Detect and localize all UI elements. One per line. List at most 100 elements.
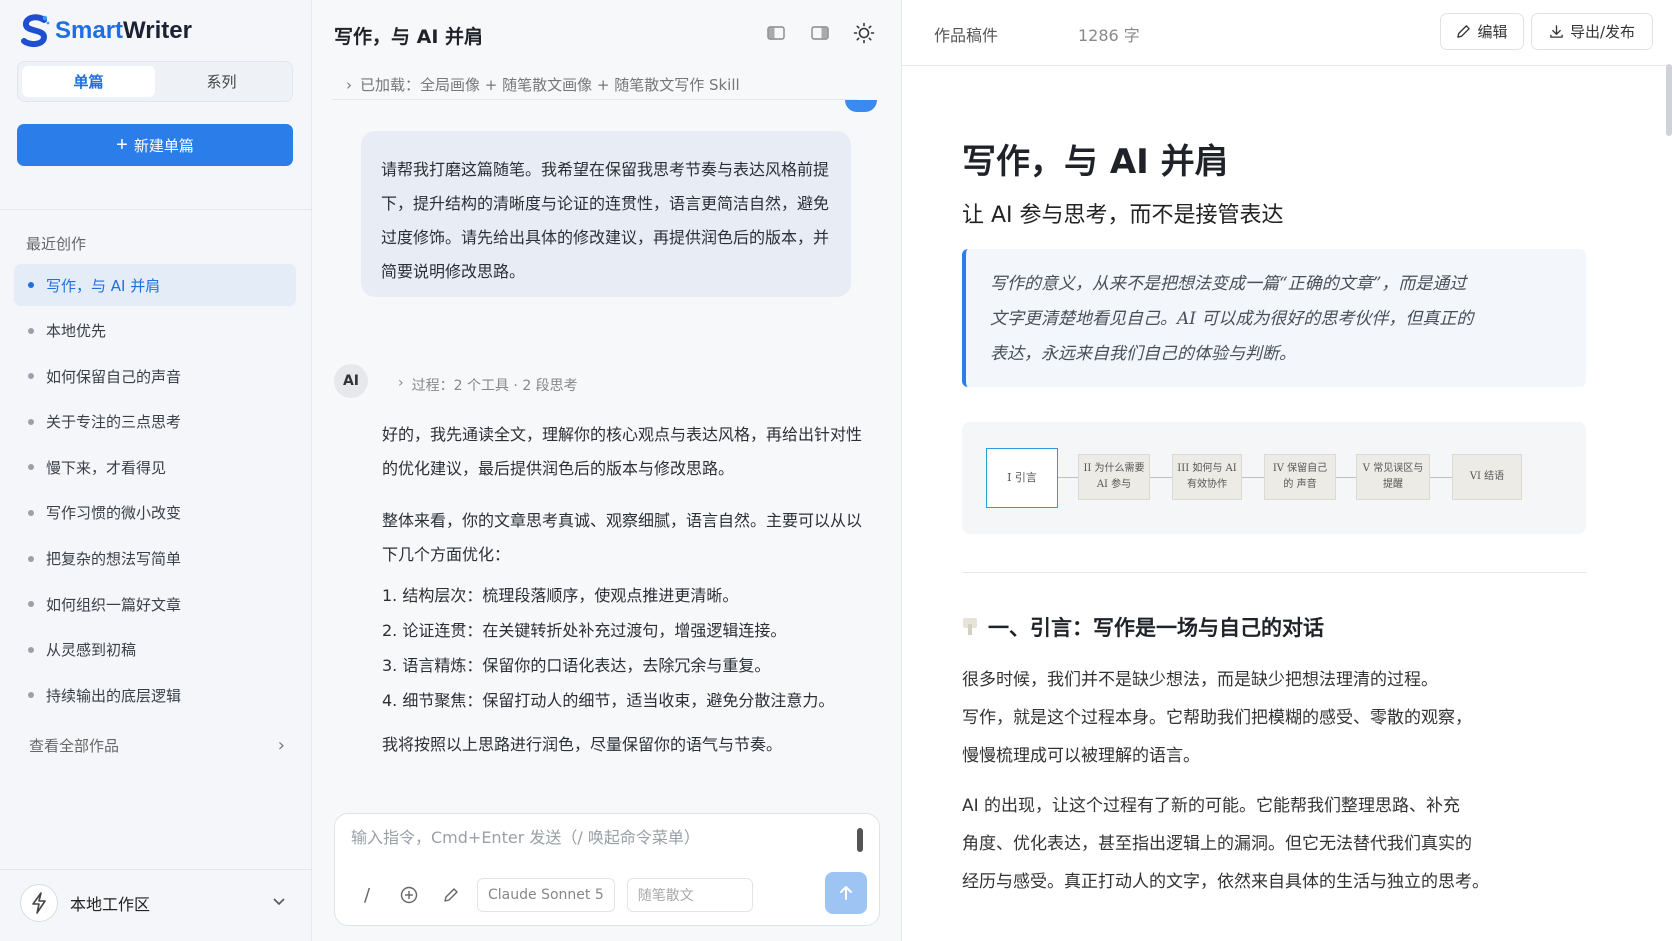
tab-single[interactable]: 单篇 xyxy=(22,66,155,97)
quote-line: 表达，永远来自我们自己的体验与判断。 xyxy=(990,344,1296,364)
list-item: 1. 结构层次：梳理段落顺序，使观点推进更清晰。 xyxy=(382,586,739,605)
recent-item[interactable]: 写作习惯的微小改变 xyxy=(14,492,296,534)
edit-button[interactable]: 编辑 xyxy=(1440,13,1524,50)
ai-process-label: 过程：2 个工具 · 2 段思考 xyxy=(411,378,578,394)
workspace-selector[interactable]: 本地工作区 xyxy=(20,882,286,924)
view-all-link[interactable]: 查看全部作品 › xyxy=(29,735,285,756)
bullet-icon xyxy=(28,646,34,653)
download-icon xyxy=(1550,25,1563,38)
send-button[interactable] xyxy=(825,872,867,914)
workspace-label: 本地工作区 xyxy=(70,895,151,914)
composer: / Claude Sonnet 5 随笔散文 xyxy=(334,813,880,926)
ai-paragraph: 整体来看，你的文章思考真诚、观察细腻，语言自然。主要可以从以下几个方面优化： xyxy=(382,511,863,564)
paragraph-line: 写作，就是这个过程本身。它帮助我们把模糊的感受、零散的观察， xyxy=(962,708,1472,728)
user-avatar xyxy=(845,100,877,112)
outline-node: V 常见误区与 提醒 xyxy=(1356,454,1430,500)
sun-icon[interactable] xyxy=(853,22,875,44)
recent-item[interactable]: 写作，与 AI 并肩 xyxy=(14,264,296,306)
recent-item[interactable]: 慢下来，才看得见 xyxy=(14,446,296,488)
ai-paragraph: 好的，我先通读全文，理解你的核心观点与表达风格，再给出针对性的优化建议，最后提供… xyxy=(382,425,863,478)
ai-paragraph: 我将按照以上思路进行润色，尽量保留你的语气与节奏。 xyxy=(382,735,783,754)
arrow-icon xyxy=(1336,477,1356,478)
new-single-button[interactable]: + 新建单篇 xyxy=(17,124,293,166)
view-all-label: 查看全部作品 xyxy=(29,737,120,755)
chevron-right-icon: › xyxy=(346,75,352,94)
add-circle-icon[interactable] xyxy=(393,879,425,911)
document-panel: 作品稿件 1286 字 编辑 导出/发布 写作，与 AI 并肩 让 AI 参与思… xyxy=(902,0,1672,941)
list-item: 4. 细节聚焦：保留打动人的细节，适当收束，避免分散注意力。 xyxy=(382,691,835,710)
arrow-up-icon xyxy=(840,886,852,900)
recent-item[interactable]: 关于专注的三点思考 xyxy=(14,401,296,443)
genre-selector[interactable]: 随笔散文 xyxy=(626,878,753,912)
outline-node: II 为什么需要 AI 参与 xyxy=(1078,454,1150,500)
document-label: 作品稿件 xyxy=(934,26,999,45)
recent-list: 写作，与 AI 并肩 本地优先 如何保留自己的声音 关于专注的三点思考 慢下来，… xyxy=(14,264,296,720)
ai-process-toggle[interactable]: › 过程：2 个工具 · 2 段思考 xyxy=(398,375,578,395)
document-subtitle: 让 AI 参与思考，而不是接管表达 xyxy=(962,203,1284,228)
recent-item-label: 持续输出的底层逻辑 xyxy=(46,686,182,705)
export-button[interactable]: 导出/发布 xyxy=(1531,13,1653,50)
outline-node: III 如何与 AI 有效协作 xyxy=(1172,454,1242,500)
right-panel-toggle-icon[interactable] xyxy=(809,22,831,44)
ai-message: 好的，我先通读全文，理解你的核心观点与表达风格，再给出针对性的优化建议，最后提供… xyxy=(382,418,872,780)
recent-item-label: 写作习惯的微小改变 xyxy=(46,504,182,523)
chat-title: 写作，与 AI 并肩 xyxy=(334,26,484,48)
bullet-icon xyxy=(28,327,34,334)
tab-series[interactable]: 系列 xyxy=(155,66,288,97)
recent-item[interactable]: 本地优先 xyxy=(14,310,296,352)
paragraph: AI 的出现，让这个过程有了新的可能。它能帮我们整理思路、补充 角度、优化表达，… xyxy=(962,787,1592,901)
outline-node: IV 保留自己的 声音 xyxy=(1264,454,1336,500)
loaded-context[interactable]: › 已加载：全局画像 + 随笔散文画像 + 随笔散文写作 Skill xyxy=(332,70,857,100)
outline-node: VI 结语 xyxy=(1452,454,1522,500)
prompt-input[interactable] xyxy=(351,828,831,847)
document-title: 写作，与 AI 并肩 xyxy=(962,142,1229,182)
model-selector[interactable]: Claude Sonnet 5 xyxy=(477,878,615,912)
paragraph-line: 经历与感受。真正打动人的文字，依然来自具体的生活与独立的思考。 xyxy=(962,872,1489,892)
new-single-label: 新建单篇 xyxy=(133,137,194,155)
logo-icon xyxy=(21,14,50,48)
recent-item[interactable]: 持续输出的底层逻辑 xyxy=(14,674,296,716)
recent-item[interactable]: 如何保留自己的声音 xyxy=(14,355,296,397)
app-name: SmartWriter xyxy=(55,17,192,44)
edit-label: 编辑 xyxy=(1477,23,1508,41)
paragraph-line: 角度、优化表达，甚至指出逻辑上的漏洞。但它无法替代我们真实的 xyxy=(962,834,1472,854)
document-header: 作品稿件 1286 字 编辑 导出/发布 xyxy=(902,0,1672,66)
recent-item[interactable]: 把复杂的想法写简单 xyxy=(14,538,296,580)
quote-line: 文字更清楚地看见自己。AI 可以成为很好的思考伙伴，但真正的 xyxy=(990,309,1474,329)
recent-title: 最近创作 xyxy=(26,235,87,253)
pencil-icon xyxy=(1457,25,1471,38)
recent-item-label: 如何组织一篇好文章 xyxy=(46,595,182,614)
loaded-context-label: 已加载：全局画像 + 随笔散文画像 + 随笔散文写作 Skill xyxy=(360,76,740,94)
scrollbar[interactable] xyxy=(1666,64,1672,136)
section-marker-icon xyxy=(963,618,977,635)
bullet-icon xyxy=(28,601,34,608)
left-panel-toggle-icon[interactable] xyxy=(765,22,787,44)
lightning-icon xyxy=(20,884,58,922)
recent-item[interactable]: 如何组织一篇好文章 xyxy=(14,583,296,625)
slash-command-icon[interactable]: / xyxy=(351,879,383,911)
plus-icon: + xyxy=(116,134,128,156)
mode-switch: 单篇 系列 xyxy=(17,61,293,102)
bullet-icon xyxy=(28,464,34,471)
recent-item-label: 写作，与 AI 并肩 xyxy=(46,276,161,295)
pencil-icon[interactable] xyxy=(435,879,467,911)
recent-item-label: 本地优先 xyxy=(46,322,107,341)
list-item: 2. 论证连贯：在关键转折处补充过渡句，增强逻辑连接。 xyxy=(382,621,787,640)
bullet-icon xyxy=(28,282,34,288)
outline-diagram: I 引言 II 为什么需要 AI 参与 III 如何与 AI 有效协作 IV 保… xyxy=(962,422,1586,534)
list-item: 3. 语言精炼：保留你的口语化表达，去除冗余与重复。 xyxy=(382,656,771,675)
bullet-icon xyxy=(28,555,34,562)
app-logo[interactable]: SmartWriter xyxy=(20,14,192,48)
bullet-icon xyxy=(28,509,34,516)
divider xyxy=(962,572,1586,573)
paragraph-line: 慢慢梳理成可以被理解的语言。 xyxy=(962,746,1200,766)
ai-avatar: AI xyxy=(334,364,368,398)
recent-item[interactable]: 从灵感到初稿 xyxy=(14,629,296,671)
paragraph: 很多时候，我们并不是缺少想法，而是缺少把想法理清的过程。 写作，就是这个过程本身… xyxy=(962,661,1592,775)
paragraph-line: 很多时候，我们并不是缺少想法，而是缺少把想法理清的过程。 xyxy=(962,670,1438,690)
bullet-icon xyxy=(28,373,34,380)
outline-node: I 引言 xyxy=(986,448,1058,508)
section-heading: 一、引言：写作是一场与自己的对话 xyxy=(988,616,1324,640)
scrollbar[interactable] xyxy=(857,828,863,852)
quote-line: 写作的意义，从来不是把想法变成一篇“正确的文章”，而是通过 xyxy=(990,274,1467,294)
